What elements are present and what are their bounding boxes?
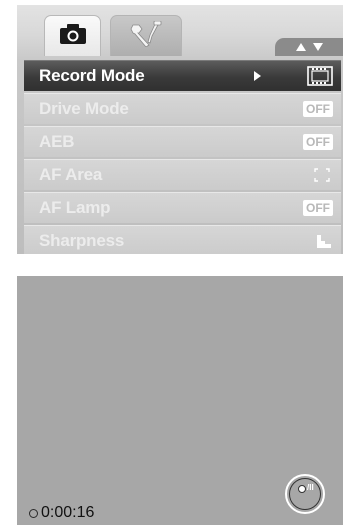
- mode-slash: /II: [307, 483, 314, 492]
- arrow-down-icon: [312, 43, 323, 51]
- menu-item-aeb[interactable]: AEB OFF: [24, 126, 341, 157]
- menu-item-record-mode[interactable]: Record Mode: [24, 60, 341, 91]
- off-badge: OFF: [303, 101, 333, 117]
- menu-item-af-lamp[interactable]: AF Lamp OFF: [24, 192, 341, 223]
- menu-item-af-area[interactable]: AF Area: [24, 159, 341, 190]
- record-indicator-icon: [29, 508, 38, 518]
- value-container: OFF: [303, 99, 333, 119]
- tab-setup[interactable]: [110, 15, 182, 56]
- value-container: OFF: [303, 198, 333, 218]
- timer-text: 0:00:16: [41, 504, 95, 521]
- af-area-bracket-icon: [311, 165, 333, 185]
- off-badge: OFF: [303, 200, 333, 216]
- menu-item-label: Record Mode: [39, 66, 145, 85]
- menu-item-label: AEB: [39, 132, 75, 151]
- camera-icon: [59, 23, 87, 50]
- mode-icon-inner: /II: [289, 478, 321, 510]
- tab-camera[interactable]: [44, 15, 101, 56]
- recording-timer: 0:00:16: [29, 504, 94, 522]
- menu-item-label: Drive Mode: [39, 99, 129, 118]
- wrench-screwdriver-icon: [129, 20, 163, 52]
- settings-menu-screen: Record Mode Drive Mode OFF AEB OFF AF Ar…: [17, 5, 343, 254]
- sharpness-icon: [315, 231, 333, 251]
- menu-list: Record Mode Drive Mode OFF AEB OFF AF Ar…: [24, 60, 341, 254]
- arrow-up-icon: [295, 43, 306, 51]
- film-frame-icon: [307, 66, 333, 86]
- menu-item-drive-mode[interactable]: Drive Mode OFF: [24, 93, 341, 124]
- menu-item-label: AF Area: [39, 165, 103, 184]
- off-badge: OFF: [303, 134, 333, 150]
- submenu-arrow-icon: [254, 71, 261, 81]
- menu-item-label: AF Lamp: [39, 198, 111, 217]
- photo-video-mode-icon[interactable]: /II: [285, 474, 325, 514]
- mode-dot: [298, 485, 306, 493]
- menu-item-label: Sharpness: [39, 231, 125, 250]
- menu-item-sharpness[interactable]: Sharpness: [24, 225, 341, 254]
- value-container: OFF: [303, 132, 333, 152]
- page-nav-indicator: [275, 38, 343, 56]
- live-view-screen: 0:00:16 /II: [17, 276, 343, 525]
